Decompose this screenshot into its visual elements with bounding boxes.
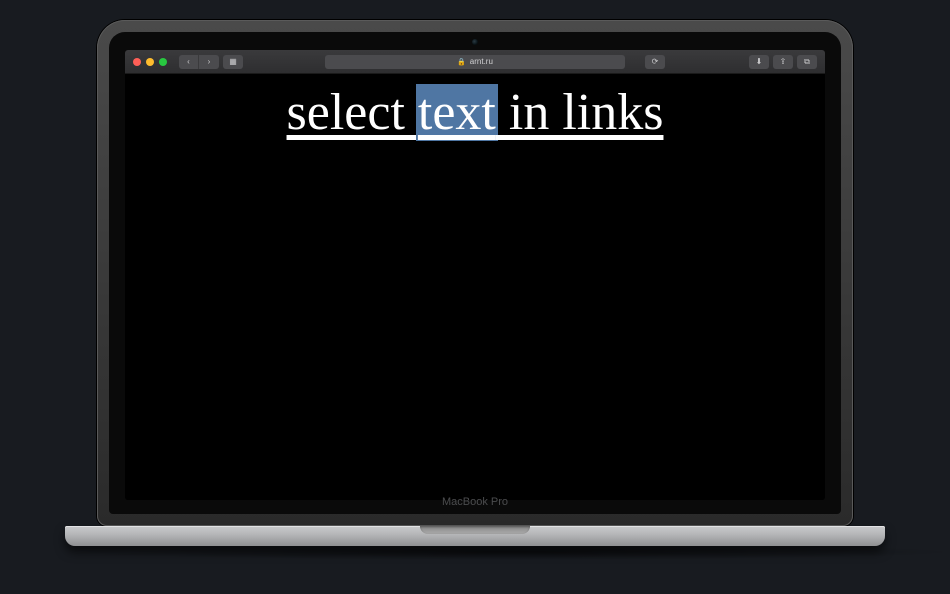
address-bar[interactable]: 🔒 arnt.ru xyxy=(325,55,625,69)
url-host: arnt.ru xyxy=(470,57,493,66)
back-button[interactable]: ‹ xyxy=(179,55,199,69)
headline-selection: text xyxy=(416,84,498,141)
close-icon[interactable] xyxy=(133,58,141,66)
browser-toolbar: ‹ › ▦ 🔒 arnt.ru ⟳ ⬇ ⇪ xyxy=(125,50,825,74)
headline-part1: select xyxy=(287,84,418,141)
headline-part2: in links xyxy=(496,84,664,141)
downloads-button[interactable]: ⬇ xyxy=(749,55,769,69)
sidebar-button[interactable]: ▦ xyxy=(223,55,243,69)
nav-group: ‹ › ▦ xyxy=(179,55,243,69)
hinge-notch xyxy=(420,526,530,534)
page-viewport: select text in links xyxy=(125,74,825,500)
camera-icon xyxy=(472,39,478,45)
reload-button[interactable]: ⟳ xyxy=(645,55,665,69)
toolbar-right: ⬇ ⇪ ⧉ xyxy=(749,55,817,69)
share-button[interactable]: ⇪ xyxy=(773,55,793,69)
shadow xyxy=(65,544,950,560)
lock-icon: 🔒 xyxy=(457,58,466,66)
laptop-lid: ‹ › ▦ 🔒 arnt.ru ⟳ ⬇ ⇪ xyxy=(97,20,853,526)
window-controls xyxy=(133,58,167,66)
laptop-base xyxy=(65,526,885,546)
headline-link[interactable]: select text in links xyxy=(287,86,664,141)
device-brand: MacBook Pro xyxy=(442,496,508,508)
fullscreen-icon[interactable] xyxy=(159,58,167,66)
screen-bezel: ‹ › ▦ 🔒 arnt.ru ⟳ ⬇ ⇪ xyxy=(109,32,841,514)
forward-button[interactable]: › xyxy=(199,55,219,69)
tabs-button[interactable]: ⧉ xyxy=(797,55,817,69)
macbook-device: ‹ › ▦ 🔒 arnt.ru ⟳ ⬇ ⇪ xyxy=(65,20,885,560)
minimize-icon[interactable] xyxy=(146,58,154,66)
screen: ‹ › ▦ 🔒 arnt.ru ⟳ ⬇ ⇪ xyxy=(125,50,825,500)
